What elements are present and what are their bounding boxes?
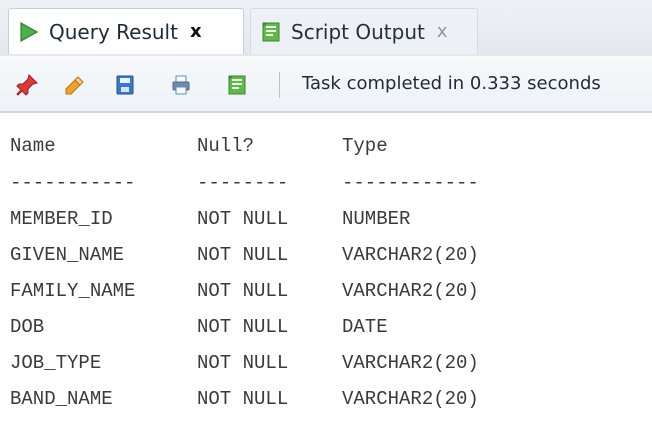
- eraser-icon: [61, 73, 85, 97]
- row-family-name-name: FAMILY_NAME: [10, 280, 136, 302]
- play-icon: [17, 20, 41, 44]
- output-header-row: Name Null? Type: [10, 129, 630, 163]
- print-icon: [169, 73, 193, 97]
- row-given-name-type: VARCHAR2(20): [342, 244, 479, 266]
- row-band-name-type: VARCHAR2(20): [342, 388, 479, 410]
- row-job-type-null: NOT NULL: [197, 352, 289, 374]
- column-header-null: Null?: [197, 135, 255, 157]
- row-member-id-type: NUMBER: [342, 208, 411, 230]
- row-given-name-null: NOT NULL: [197, 244, 289, 266]
- script-output-icon: [259, 20, 283, 44]
- tab-query-result[interactable]: Query Result x: [8, 8, 244, 54]
- row-job-type-type: VARCHAR2(20): [342, 352, 479, 374]
- script-output-toolbar-button[interactable]: [222, 70, 252, 100]
- tab-strip: Query Result x Script Output x: [0, 0, 652, 57]
- tab-query-result-label: Query Result: [49, 19, 178, 44]
- script-output-icon: [225, 73, 249, 97]
- row-dob-name: DOB: [10, 316, 45, 338]
- divider-null: --------: [197, 172, 289, 194]
- row-family-name-type: VARCHAR2(20): [342, 280, 479, 302]
- table-row: MEMBER_ID NOT NULL NUMBER: [10, 202, 630, 236]
- row-member-id-null: NOT NULL: [197, 208, 289, 230]
- clear-button[interactable]: [58, 70, 88, 100]
- row-dob-type: DATE: [342, 316, 388, 338]
- tab-script-output[interactable]: Script Output x: [250, 8, 478, 54]
- divider-name: -----------: [10, 172, 136, 194]
- table-row: JOB_TYPE NOT NULL VARCHAR2(20): [10, 346, 630, 380]
- pin-button[interactable]: [12, 70, 42, 100]
- pin-icon: [15, 73, 39, 97]
- row-dob-null: NOT NULL: [197, 316, 289, 338]
- save-button[interactable]: [110, 70, 140, 100]
- row-job-type-name: JOB_TYPE: [10, 352, 102, 374]
- tab-strip-gap: [480, 0, 652, 56]
- save-icon: [113, 73, 137, 97]
- row-family-name-null: NOT NULL: [197, 280, 289, 302]
- tab-script-output-label: Script Output: [291, 19, 425, 44]
- output-toolbar: Task completed in 0.333 seconds: [0, 56, 652, 112]
- row-band-name-null: NOT NULL: [197, 388, 289, 410]
- table-row: BAND_NAME NOT NULL VARCHAR2(20): [10, 382, 630, 416]
- task-status-text: Task completed in 0.333 seconds: [302, 73, 601, 94]
- table-row: DOB NOT NULL DATE: [10, 310, 630, 344]
- toolbar-separator: [279, 72, 280, 98]
- output-divider-row: ----------- -------- ------------: [10, 166, 630, 200]
- sql-developer-output-panel: Query Result x Script Output x Task comp…: [0, 0, 652, 421]
- column-header-type: Type: [342, 135, 388, 157]
- row-member-id-name: MEMBER_ID: [10, 208, 113, 230]
- row-band-name-name: BAND_NAME: [10, 388, 113, 410]
- column-header-name: Name: [10, 135, 56, 157]
- print-button[interactable]: [166, 70, 196, 100]
- row-given-name-name: GIVEN_NAME: [10, 244, 125, 266]
- divider-type: ------------: [342, 172, 479, 194]
- tab-query-result-close-button[interactable]: x: [190, 21, 202, 42]
- table-row: FAMILY_NAME NOT NULL VARCHAR2(20): [10, 274, 630, 308]
- table-row: GIVEN_NAME NOT NULL VARCHAR2(20): [10, 238, 630, 272]
- tab-script-output-close-button[interactable]: x: [437, 21, 448, 42]
- script-output-area[interactable]: Name Null? Type ----------- -------- ---…: [0, 112, 652, 421]
